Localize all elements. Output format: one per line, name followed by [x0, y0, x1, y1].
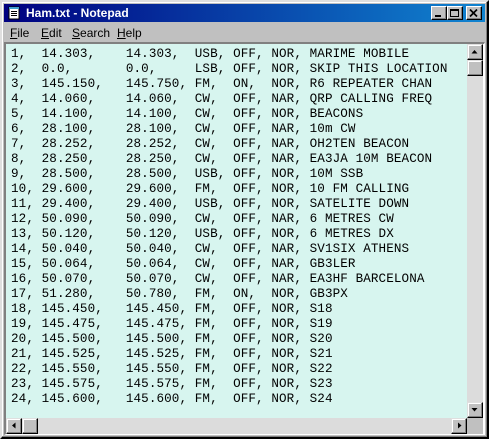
scroll-up-button[interactable] [467, 44, 483, 60]
text-line: 20, 145.500, 145.500, FM, OFF, NOR, S20 [11, 332, 333, 346]
menu-edit-rest: dit [49, 26, 62, 40]
scroll-down-button[interactable] [467, 402, 483, 418]
menu-help-rest: elp [125, 26, 142, 40]
arrow-right-icon [458, 422, 462, 429]
maximize-button[interactable] [447, 6, 463, 20]
menu-help[interactable]: Help [117, 26, 142, 40]
scroll-left-button[interactable] [6, 418, 22, 434]
menu-search[interactable]: Search [72, 26, 110, 40]
scrollbar-corner [467, 418, 483, 434]
text-line: 5, 14.100, 14.100, CW, OFF, NOR, BEACONS [11, 107, 364, 121]
text-line: 4, 14.060, 14.060, CW, OFF, NAR, QRP CAL… [11, 92, 433, 106]
text-line: 21, 145.525, 145.525, FM, OFF, NOR, S21 [11, 347, 333, 361]
text-line: 13, 50.120, 50.120, USB, OFF, NOR, 6 MET… [11, 227, 394, 241]
scroll-right-button[interactable] [451, 418, 467, 434]
horizontal-scroll-thumb[interactable] [22, 418, 38, 434]
text-line: 17, 51.280, 50.780, FM, ON, NOR, GB3PX [11, 287, 348, 301]
text-line: 14, 50.040, 50.040, CW, OFF, NAR, SV1SIX… [11, 242, 410, 256]
menu-edit-mnemonic: E [41, 26, 50, 40]
notepad-icon[interactable] [7, 6, 21, 20]
menu-search-rest: earch [80, 26, 111, 40]
text-line: 24, 145.600, 145.600, FM, OFF, NOR, S24 [11, 392, 333, 406]
horizontal-scrollbar[interactable] [6, 418, 467, 434]
minimize-button[interactable] [431, 6, 447, 20]
text-line: 19, 145.475, 145.475, FM, OFF, NOR, S19 [11, 317, 333, 331]
maximize-icon [450, 9, 459, 17]
text-line: 22, 145.550, 145.550, FM, OFF, NOR, S22 [11, 362, 333, 376]
text-line: 23, 145.575, 145.575, FM, OFF, NOR, S23 [11, 377, 333, 391]
menu-search-mnemonic: S [72, 26, 81, 40]
text-area[interactable]: 1, 14.303, 14.303, USB, OFF, NOR, MARIME… [6, 44, 467, 418]
text-line: 18, 145.450, 145.450, FM, OFF, NOR, S18 [11, 302, 333, 316]
menu-file-rest: ile [17, 26, 30, 40]
minimize-icon [435, 15, 441, 17]
text-line: 3, 145.150, 145.750, FM, ON, NOR, R6 REP… [11, 77, 433, 91]
close-button[interactable] [466, 6, 482, 20]
text-line: 8, 28.250, 28.250, CW, OFF, NAR, EA3JA 1… [11, 152, 433, 166]
vertical-scroll-thumb[interactable] [467, 60, 483, 76]
close-icon [469, 9, 478, 18]
text-line: 11, 29.400, 29.400, USB, OFF, NOR, SATEL… [11, 197, 410, 211]
text-line: 16, 50.070, 50.070, CW, OFF, NAR, EA3HF … [11, 272, 425, 286]
arrow-up-icon [471, 50, 478, 54]
text-line: 9, 28.500, 28.500, USB, OFF, NOR, 10M SS… [11, 167, 364, 181]
text-line: 10, 29.600, 29.600, FM, OFF, NOR, 10 FM … [11, 182, 410, 196]
arrow-left-icon [12, 422, 16, 429]
vertical-scrollbar[interactable] [467, 44, 483, 418]
window-title: Ham.txt - Notepad [26, 6, 129, 20]
text-line: 12, 50.090, 50.090, CW, OFF, NAR, 6 METR… [11, 212, 394, 226]
menu-help-mnemonic: H [117, 26, 126, 40]
editor-frame: 1, 14.303, 14.303, USB, OFF, NOR, MARIME… [4, 42, 485, 435]
text-line: 6, 28.100, 28.100, CW, OFF, NAR, 10m CW [11, 122, 356, 136]
menu-edit[interactable]: Edit [41, 26, 62, 40]
menu-file[interactable]: File [10, 26, 29, 40]
text-line: 1, 14.303, 14.303, USB, OFF, NOR, MARIME… [11, 47, 410, 61]
title-bar[interactable]: Ham.txt - Notepad [4, 4, 485, 22]
text-line: 15, 50.064, 50.064, CW, OFF, NAR, GB3LER [11, 257, 356, 271]
arrow-down-icon [471, 408, 478, 412]
notepad-window: Ham.txt - Notepad File Edit Search Help … [0, 0, 489, 439]
text-line: 7, 28.252, 28.252, CW, OFF, NAR, OH2TEN … [11, 137, 410, 151]
menu-bar: File Edit Search Help [4, 23, 485, 42]
text-line: 2, 0.0, 0.0, LSB, OFF, NOR, SKIP THIS LO… [11, 62, 448, 76]
